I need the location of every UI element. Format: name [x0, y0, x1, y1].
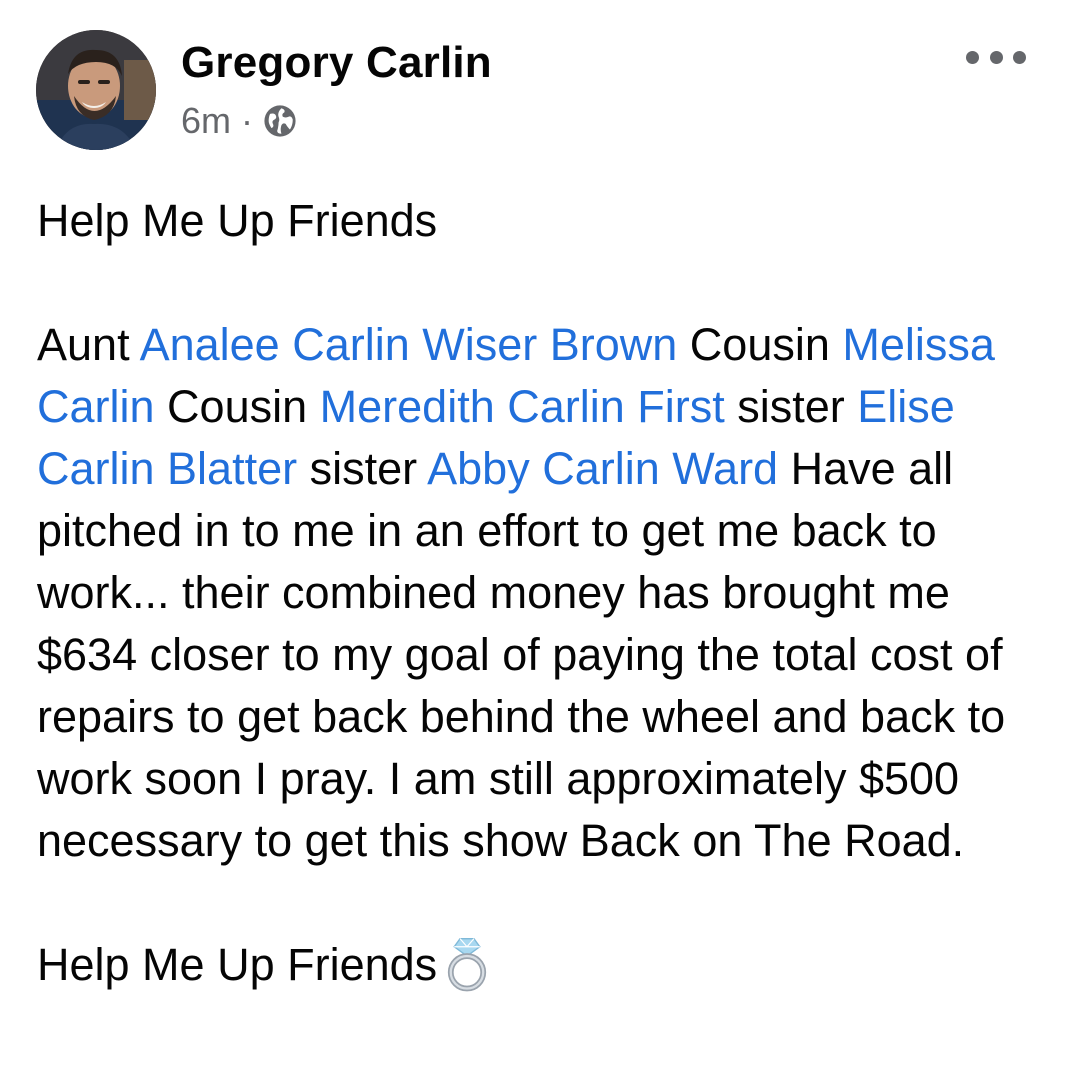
body-text: Have all pitched in to me in an effort t…	[37, 443, 1006, 866]
more-options-button[interactable]	[966, 42, 1026, 72]
post-text: Help Me Up Friends Aunt Analee Carlin Wi…	[37, 190, 1047, 996]
body-text: Cousin	[677, 319, 843, 370]
mention-link[interactable]: Analee Carlin Wiser Brown	[140, 319, 678, 370]
mention-link[interactable]: Meredith Carlin First	[320, 381, 725, 432]
author-name[interactable]: Gregory Carlin	[181, 38, 492, 88]
avatar-photo	[36, 30, 156, 150]
globe-icon[interactable]	[263, 104, 297, 138]
body-text: sister	[724, 381, 858, 432]
timestamp[interactable]: 6m	[181, 100, 231, 142]
post-meta: 6m ·	[181, 100, 297, 142]
post-heading: Help Me Up Friends	[37, 195, 438, 246]
post-closing: Help Me Up Friends	[37, 934, 1047, 996]
meta-separator: ·	[241, 100, 254, 141]
closing-text: Help Me Up Friends	[37, 939, 438, 990]
body-text: Cousin	[154, 381, 320, 432]
more-horizontal-icon	[966, 50, 979, 64]
body-text: Aunt	[37, 319, 140, 370]
body-text: sister	[297, 443, 428, 494]
avatar[interactable]	[36, 30, 156, 150]
mention-link[interactable]: Abby Carlin Ward	[427, 443, 778, 494]
post-paragraph: Aunt Analee Carlin Wiser Brown Cousin Me…	[37, 314, 1047, 872]
ring-icon	[448, 937, 487, 992]
post-header: Gregory Carlin 6m ·	[36, 30, 1044, 150]
